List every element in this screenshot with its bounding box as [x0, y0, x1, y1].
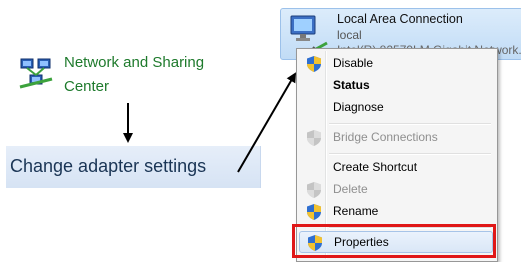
- menu-item-disable[interactable]: Disable: [299, 53, 493, 75]
- change-adapter-settings-label[interactable]: Change adapter settings: [10, 156, 206, 177]
- menu-item-rename-label: Rename: [333, 204, 379, 218]
- menu-item-create-shortcut-label: Create Shortcut: [333, 160, 418, 174]
- menu-item-disable-label: Disable: [333, 56, 374, 70]
- menu-item-delete[interactable]: Delete: [299, 179, 493, 201]
- menu-item-bridge-connections[interactable]: Bridge Connections: [299, 127, 493, 149]
- menu-item-rename[interactable]: Rename: [299, 201, 493, 223]
- uac-shield-icon: [307, 130, 321, 146]
- menu-item-status[interactable]: Status: [299, 75, 493, 97]
- network-sharing-center-line1[interactable]: Network and Sharing: [64, 51, 244, 75]
- properties-highlight-box: [292, 224, 496, 258]
- uac-shield-icon: [307, 182, 321, 198]
- menu-separator: [329, 153, 491, 155]
- network-sharing-center-link[interactable]: Network and Sharing Center: [64, 51, 244, 99]
- menu-item-delete-label: Delete: [333, 182, 368, 196]
- change-adapter-settings-link[interactable]: Change adapter settings: [6, 146, 261, 188]
- menu-separator: [329, 123, 491, 125]
- connection-network: local: [337, 28, 362, 42]
- uac-shield-icon: [307, 56, 321, 72]
- uac-shield-icon: [307, 204, 321, 220]
- menu-item-create-shortcut[interactable]: Create Shortcut: [299, 157, 493, 179]
- network-sharing-center-line2[interactable]: Center: [64, 75, 244, 99]
- connection-name: Local Area Connection: [337, 12, 463, 26]
- menu-item-status-label: Status: [333, 78, 370, 92]
- menu-item-diagnose-label: Diagnose: [333, 100, 384, 114]
- menu-item-diagnose[interactable]: Diagnose: [299, 97, 493, 119]
- network-sharing-center-icon: [19, 58, 53, 89]
- menu-item-bridge-connections-label: Bridge Connections: [333, 130, 438, 144]
